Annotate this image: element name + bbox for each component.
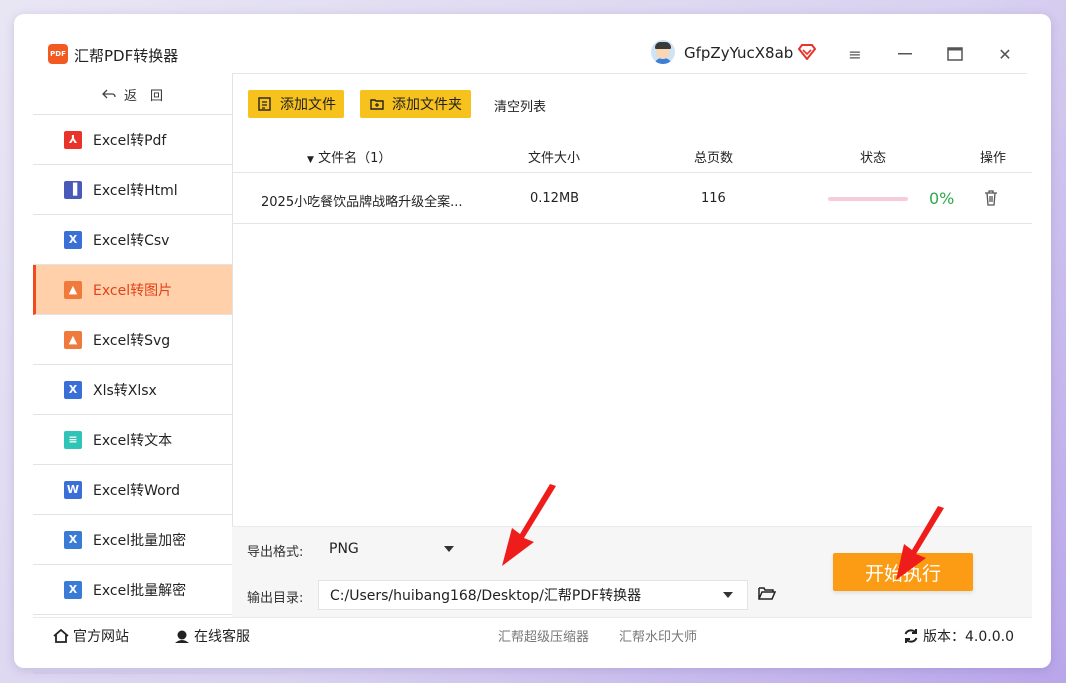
excel-book-icon: X bbox=[64, 580, 82, 599]
start-button[interactable]: 开始执行 bbox=[833, 553, 973, 591]
sidebar-item-label: Excel转Csv bbox=[93, 232, 170, 249]
add-folder-icon bbox=[370, 99, 384, 110]
html-icon: ▐ bbox=[64, 180, 82, 199]
output-settings-panel: 导出格式: PNG 输出目录: C:/Users/huibang168/Desk… bbox=[232, 526, 1032, 617]
sidebar-item-excel-batch-encrypt[interactable]: X Excel批量加密 bbox=[33, 515, 232, 565]
vip-diamond-icon[interactable] bbox=[798, 44, 816, 60]
sidebar-item-label: Excel转Word bbox=[93, 482, 181, 499]
add-folder-label: 添加文件夹 bbox=[392, 97, 462, 113]
compressor-link[interactable]: 汇帮超级压缩器 bbox=[498, 626, 589, 645]
maximize-button[interactable] bbox=[943, 42, 967, 66]
format-select[interactable]: PNG bbox=[318, 535, 468, 563]
add-file-label: 添加文件 bbox=[280, 97, 336, 113]
image-icon: ▲ bbox=[64, 330, 82, 349]
title-bar: PDF 汇帮PDF转换器 GfpZyYucX8ab ≡ ✕ bbox=[14, 14, 1051, 74]
excel-book-icon: X bbox=[64, 530, 82, 549]
sidebar-item-label: Excel转Html bbox=[93, 182, 178, 199]
support-link[interactable]: 在线客服 bbox=[174, 626, 250, 646]
user-avatar[interactable] bbox=[651, 40, 675, 64]
maximize-icon bbox=[947, 47, 963, 61]
sidebar-item-excel-to-text[interactable]: ≡ Excel转文本 bbox=[33, 415, 232, 465]
output-dir-input[interactable]: C:/Users/huibang168/Desktop/汇帮PDF转换器 bbox=[318, 580, 748, 610]
scrollbar[interactable] bbox=[33, 670, 291, 674]
add-folder-button[interactable]: 添加文件夹 bbox=[360, 90, 471, 118]
refresh-icon bbox=[904, 629, 918, 643]
th-filename[interactable]: ▼ 文件名（1） bbox=[307, 147, 391, 166]
app-title: 汇帮PDF转换器 bbox=[74, 47, 179, 65]
th-status: 状态 bbox=[860, 151, 887, 166]
chevron-down-icon bbox=[723, 592, 733, 598]
menu-icon[interactable]: ≡ bbox=[843, 42, 867, 66]
th-pages: 总页数 bbox=[694, 151, 734, 166]
format-label: 导出格式: bbox=[247, 545, 304, 560]
file-table-header: ▼ 文件名（1） 文件大小 总页数 状态 操作 bbox=[232, 136, 1032, 173]
sidebar-item-label: Excel批量解密 bbox=[93, 582, 187, 599]
app-logo-icon: PDF bbox=[48, 44, 68, 64]
close-button[interactable]: ✕ bbox=[993, 42, 1017, 66]
progress-percent: 0% bbox=[929, 189, 955, 208]
pdf-icon: ⅄ bbox=[64, 130, 82, 149]
sidebar-item-excel-to-image[interactable]: ▲ Excel转图片 bbox=[33, 265, 232, 315]
cell-filename: 2025小吃餐饮品牌战略升级全案... bbox=[261, 195, 463, 210]
minimize-button[interactable] bbox=[893, 42, 917, 66]
progress-bar bbox=[828, 197, 908, 201]
folder-open-icon[interactable] bbox=[758, 585, 776, 601]
add-file-button[interactable]: 添加文件 bbox=[248, 90, 344, 118]
sidebar-item-label: Excel转Pdf bbox=[93, 132, 167, 149]
app-window: PDF 汇帮PDF转换器 GfpZyYucX8ab ≡ ✕ 返 回 ⅄ Exce… bbox=[14, 14, 1051, 668]
dir-label: 输出目录: bbox=[247, 591, 304, 606]
username[interactable]: GfpZyYucX8ab bbox=[684, 44, 793, 62]
headset-icon bbox=[175, 630, 189, 643]
sidebar-item-excel-to-csv[interactable]: X Excel转Csv bbox=[33, 215, 232, 265]
clear-list-button[interactable]: 清空列表 bbox=[494, 96, 546, 115]
image-icon: ▲ bbox=[64, 280, 82, 299]
sidebar-item-excel-to-html[interactable]: ▐ Excel转Html bbox=[33, 165, 232, 215]
cell-filesize: 0.12MB bbox=[530, 191, 580, 206]
excel-x-icon: X bbox=[64, 230, 82, 249]
sidebar-item-excel-to-word[interactable]: W Excel转Word bbox=[33, 465, 232, 515]
th-filesize: 文件大小 bbox=[528, 151, 581, 166]
chevron-down-icon bbox=[444, 546, 454, 552]
back-button[interactable]: 返 回 bbox=[33, 74, 232, 115]
header-divider bbox=[232, 73, 1027, 74]
cell-pages: 116 bbox=[701, 191, 726, 206]
sidebar-item-label: Excel批量加密 bbox=[93, 532, 187, 549]
text-doc-icon: ≡ bbox=[64, 430, 82, 449]
sidebar-item-excel-to-svg[interactable]: ▲ Excel转Svg bbox=[33, 315, 232, 365]
excel-x-icon: X bbox=[64, 380, 82, 399]
add-file-icon bbox=[258, 97, 271, 111]
home-icon bbox=[53, 629, 69, 643]
status-bar: 官方网站 在线客服 汇帮超级压缩器 汇帮水印大师 版本：4.0.0.0 bbox=[33, 617, 1032, 654]
minimize-icon bbox=[898, 53, 912, 55]
sidebar-item-label: Excel转Svg bbox=[93, 332, 171, 349]
sidebar-item-label: Xls转Xlsx bbox=[93, 382, 157, 399]
back-label: 返 回 bbox=[123, 88, 163, 104]
watermark-link[interactable]: 汇帮水印大师 bbox=[619, 626, 697, 645]
version-info[interactable]: 版本：4.0.0.0 bbox=[903, 626, 1014, 646]
sidebar-item-label: Excel转图片 bbox=[93, 282, 173, 299]
word-icon: W bbox=[64, 480, 82, 499]
sidebar-item-excel-batch-decrypt[interactable]: X Excel批量解密 bbox=[33, 565, 232, 615]
sidebar-item-excel-to-pdf[interactable]: ⅄ Excel转Pdf bbox=[33, 115, 232, 165]
trash-icon[interactable] bbox=[984, 190, 998, 206]
th-action: 操作 bbox=[980, 151, 1007, 166]
website-link[interactable]: 官方网站 bbox=[53, 626, 129, 646]
sidebar: 返 回 ⅄ Excel转Pdf ▐ Excel转Html X Excel转Csv… bbox=[33, 74, 233, 615]
back-arrow-icon bbox=[102, 89, 116, 99]
sidebar-item-label: Excel转文本 bbox=[93, 432, 173, 449]
sidebar-item-xls-to-xlsx[interactable]: X Xls转Xlsx bbox=[33, 365, 232, 415]
table-row[interactable]: 2025小吃餐饮品牌战略升级全案... 0.12MB 116 0% bbox=[232, 174, 1032, 224]
